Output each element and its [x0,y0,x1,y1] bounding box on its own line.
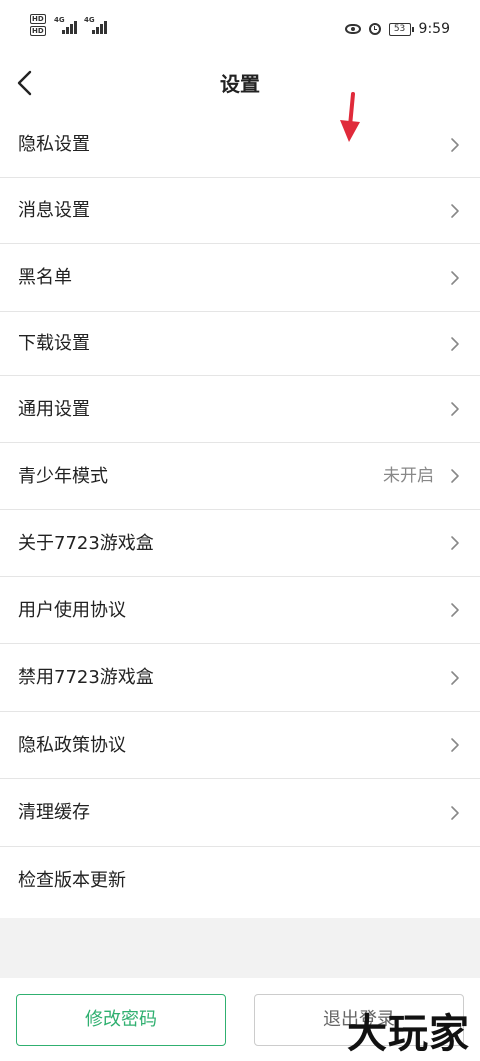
settings-item-messages[interactable]: 消息设置 [0,178,480,244]
settings-item-label: 清理缓存 [18,802,90,823]
hd-badge: HD [30,26,46,36]
arrow-down-icon [340,92,360,142]
settings-item-label: 青少年模式 [18,466,108,487]
settings-item-general[interactable]: 通用设置 [0,376,480,443]
chevron-right-icon [451,671,459,685]
chevron-right-icon [451,536,459,550]
settings-item-clear-cache[interactable]: 清理缓存 [0,779,480,847]
status-bar: HD HD 4G 4G 53 9:59 [0,0,480,56]
battery-icon: 53 [388,22,414,36]
status-right: 53 9:59 [344,19,450,39]
signal-icon [92,20,112,34]
settings-item-label: 黑名单 [18,267,72,288]
settings-item-disable-app[interactable]: 禁用7723游戏盒 [0,644,480,712]
alarm-icon [368,23,381,35]
settings-item-user-agreement[interactable]: 用户使用协议 [0,577,480,644]
settings-item-label: 消息设置 [18,200,90,221]
chevron-right-icon [451,603,459,617]
settings-item-about[interactable]: 关于7723游戏盒 [0,510,480,577]
settings-item-label: 禁用7723游戏盒 [18,667,154,688]
change-password-button[interactable]: 修改密码 [16,994,226,1046]
settings-item-privacy-policy[interactable]: 隐私政策协议 [0,712,480,779]
nav-bar: 设置 [0,56,480,112]
chevron-right-icon [451,806,459,820]
chevron-right-icon [451,469,459,483]
chevron-right-icon [451,271,459,285]
chevron-right-icon [451,204,459,218]
chevron-right-icon [451,138,459,152]
settings-item-label: 隐私设置 [18,134,90,155]
clock: 9:59 [418,21,450,37]
chevron-right-icon [451,337,459,351]
settings-item-blacklist[interactable]: 黑名单 [0,244,480,312]
settings-item-teen-mode[interactable]: 青少年模式 未开启 [0,443,480,510]
signal-icon [62,20,82,34]
settings-item-label: 检查版本更新 [18,870,126,891]
teen-mode-status: 未开启 [383,466,434,486]
settings-item-check-update[interactable]: 检查版本更新 [0,847,480,915]
chevron-right-icon [451,402,459,416]
settings-item-label: 通用设置 [18,399,90,420]
settings-item-label: 关于7723游戏盒 [18,533,154,554]
watermark: 大玩家 [347,1010,470,1057]
hd-badge: HD [30,14,46,24]
page-title: 设置 [220,72,260,96]
eye-icon [344,24,361,34]
settings-item-download[interactable]: 下载设置 [0,312,480,376]
settings-item-label: 用户使用协议 [18,600,126,621]
chevron-right-icon [451,738,459,752]
settings-item-label: 下载设置 [18,333,90,354]
settings-item-privacy[interactable]: 隐私设置 [0,112,480,178]
settings-item-label: 隐私政策协议 [18,735,126,756]
settings-list: 隐私设置 消息设置 黑名单 下载设置 通用设置 青少年模式 未开启 关于7723… [0,112,480,915]
